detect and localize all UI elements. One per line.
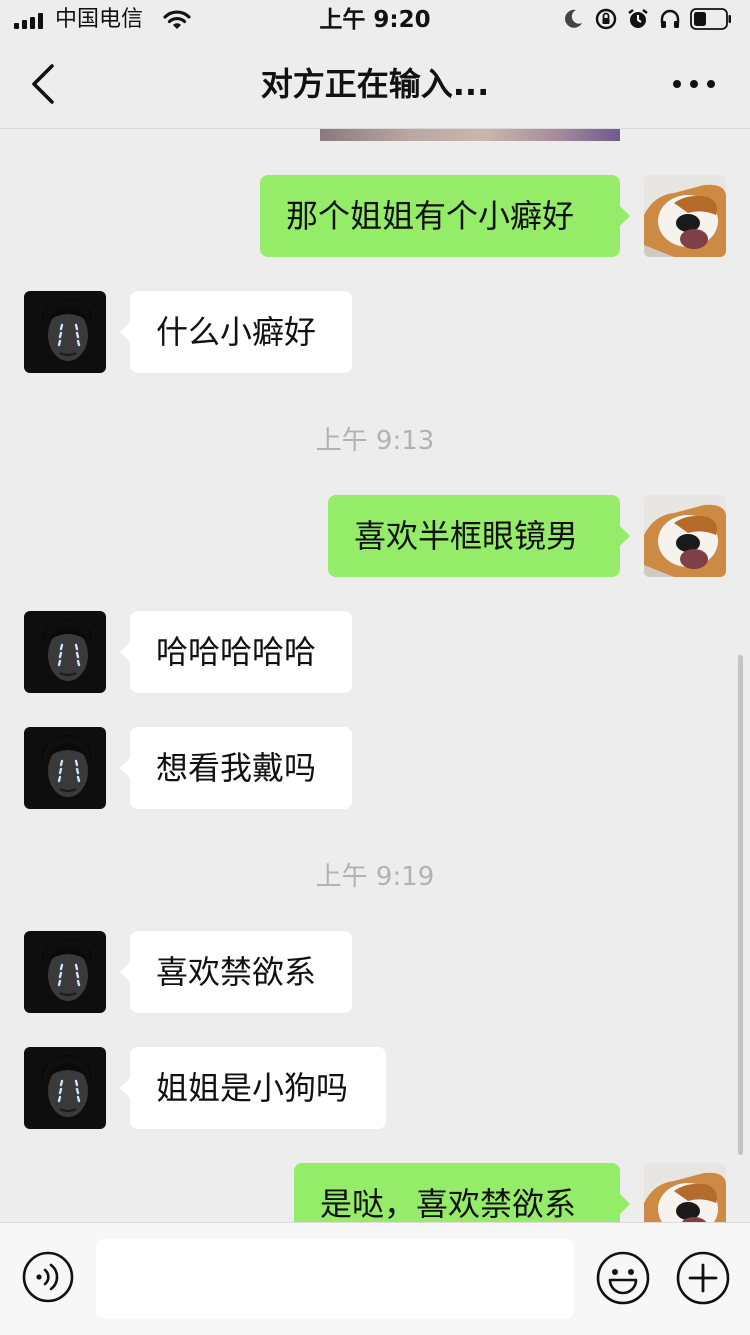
more-dots-icon — [673, 80, 715, 88]
message-bubble[interactable]: 喜欢半框眼镜男 — [328, 495, 630, 577]
voice-icon — [22, 1251, 74, 1303]
alarm-icon — [628, 9, 648, 28]
my-avatar[interactable] — [644, 1163, 726, 1222]
message-bubble[interactable]: 什么小癖好 — [120, 291, 352, 373]
image-message[interactable] — [320, 128, 620, 141]
voice-button[interactable] — [22, 1251, 74, 1303]
battery-icon — [690, 8, 731, 30]
emoji-icon — [596, 1251, 650, 1305]
message-bubble[interactable]: 喜欢禁欲系 — [120, 931, 352, 1013]
message-input[interactable] — [96, 1239, 574, 1319]
contact-avatar[interactable] — [24, 1047, 106, 1129]
message-bubble[interactable]: 想看我戴吗 — [120, 727, 352, 809]
scrollbar[interactable] — [738, 655, 743, 1155]
headphones-icon — [660, 9, 680, 28]
more-button[interactable] — [668, 68, 720, 100]
message-bubble[interactable]: 是哒，喜欢禁欲系 — [294, 1163, 630, 1222]
contact-avatar[interactable] — [24, 931, 106, 1013]
my-avatar[interactable] — [644, 495, 726, 577]
contact-avatar[interactable] — [24, 611, 106, 693]
status-bar: 中国电信 上午 9:20 — [0, 0, 750, 40]
emoji-button[interactable] — [596, 1251, 650, 1305]
plus-icon — [676, 1251, 730, 1305]
my-avatar[interactable] — [644, 175, 726, 257]
moon-icon — [565, 9, 582, 28]
contact-avatar[interactable] — [24, 291, 106, 373]
rotation-lock-icon — [595, 8, 617, 30]
chat-area[interactable]: 那个姐姐有个小癖好 什么小癖好 上午 9:13 喜欢半框眼镜男 哈哈哈哈哈 想看… — [0, 128, 750, 1222]
nav-bar: 对方正在输入... — [0, 40, 750, 129]
timestamp: 上午 9:13 — [315, 426, 435, 456]
contact-avatar[interactable] — [24, 727, 106, 809]
message-bubble[interactable]: 哈哈哈哈哈 — [120, 611, 352, 693]
timestamp: 上午 9:19 — [315, 862, 435, 892]
input-bar — [0, 1222, 750, 1335]
more-functions-button[interactable] — [676, 1251, 730, 1305]
chat-title: 对方正在输入... — [260, 65, 490, 103]
message-bubble[interactable]: 那个姐姐有个小癖好 — [260, 175, 630, 257]
message-bubble[interactable]: 姐姐是小狗吗 — [120, 1047, 386, 1129]
